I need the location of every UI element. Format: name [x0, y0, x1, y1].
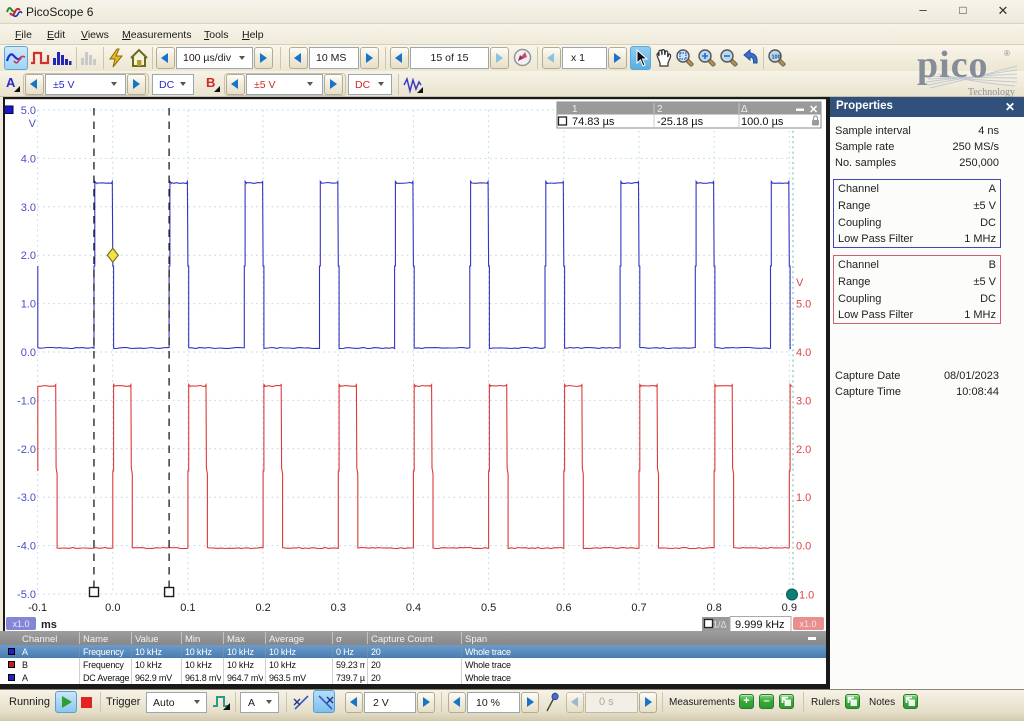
svg-text:0.0: 0.0: [105, 602, 120, 614]
svg-text:1/Δ: 1/Δ: [713, 620, 727, 630]
svg-text:5.0: 5.0: [796, 299, 811, 311]
svg-text:0.6: 0.6: [556, 602, 571, 614]
svg-text:0.8: 0.8: [706, 602, 721, 614]
svg-text:0.4: 0.4: [406, 602, 421, 614]
svg-text:1.0: 1.0: [796, 492, 811, 504]
svg-text:-3.0: -3.0: [17, 492, 36, 504]
svg-text:pico: pico: [917, 44, 989, 86]
svg-text:2.0: 2.0: [796, 444, 811, 456]
svg-text:2: 2: [657, 104, 663, 115]
svg-text:0.0: 0.0: [21, 347, 36, 359]
svg-text:0.0: 0.0: [796, 541, 811, 553]
svg-text:-5.0: -5.0: [17, 589, 36, 601]
svg-text:V: V: [29, 118, 37, 130]
svg-text:0.7: 0.7: [631, 602, 646, 614]
svg-text:3.0: 3.0: [796, 395, 811, 407]
svg-text:x1.0: x1.0: [799, 619, 816, 629]
svg-text:-4.0: -4.0: [17, 541, 36, 553]
svg-text:x1.0: x1.0: [12, 619, 29, 629]
svg-text:1.0: 1.0: [799, 590, 814, 602]
svg-text:1: 1: [572, 104, 578, 115]
svg-text:-2.0: -2.0: [17, 444, 36, 456]
svg-text:Technology: Technology: [968, 87, 1015, 97]
svg-text:1.0: 1.0: [21, 299, 36, 311]
svg-text:74.83 µs: 74.83 µs: [572, 116, 615, 128]
svg-text:100.0 µs: 100.0 µs: [741, 116, 784, 128]
svg-text:-0.1: -0.1: [28, 602, 47, 614]
svg-text:5.0: 5.0: [21, 105, 36, 117]
svg-text:0.5: 0.5: [481, 602, 496, 614]
svg-text:4.0: 4.0: [21, 153, 36, 165]
svg-text:0.2: 0.2: [255, 602, 270, 614]
svg-text:ms: ms: [41, 619, 57, 631]
svg-text:0.9: 0.9: [782, 602, 797, 614]
svg-text:Δ: Δ: [741, 104, 748, 115]
svg-text:4.0: 4.0: [796, 347, 811, 359]
svg-text:-1.0: -1.0: [17, 395, 36, 407]
svg-text:9.999 kHz: 9.999 kHz: [735, 619, 785, 631]
svg-text:✕: ✕: [809, 104, 818, 116]
svg-text:100: 100: [772, 55, 781, 61]
svg-text:V: V: [796, 277, 804, 289]
svg-text:0.3: 0.3: [331, 602, 346, 614]
svg-text:0.1: 0.1: [180, 602, 195, 614]
svg-text:-25.18 µs: -25.18 µs: [657, 116, 704, 128]
svg-text:3.0: 3.0: [21, 202, 36, 214]
svg-text:2.0: 2.0: [21, 250, 36, 262]
svg-text:®: ®: [1004, 49, 1010, 58]
